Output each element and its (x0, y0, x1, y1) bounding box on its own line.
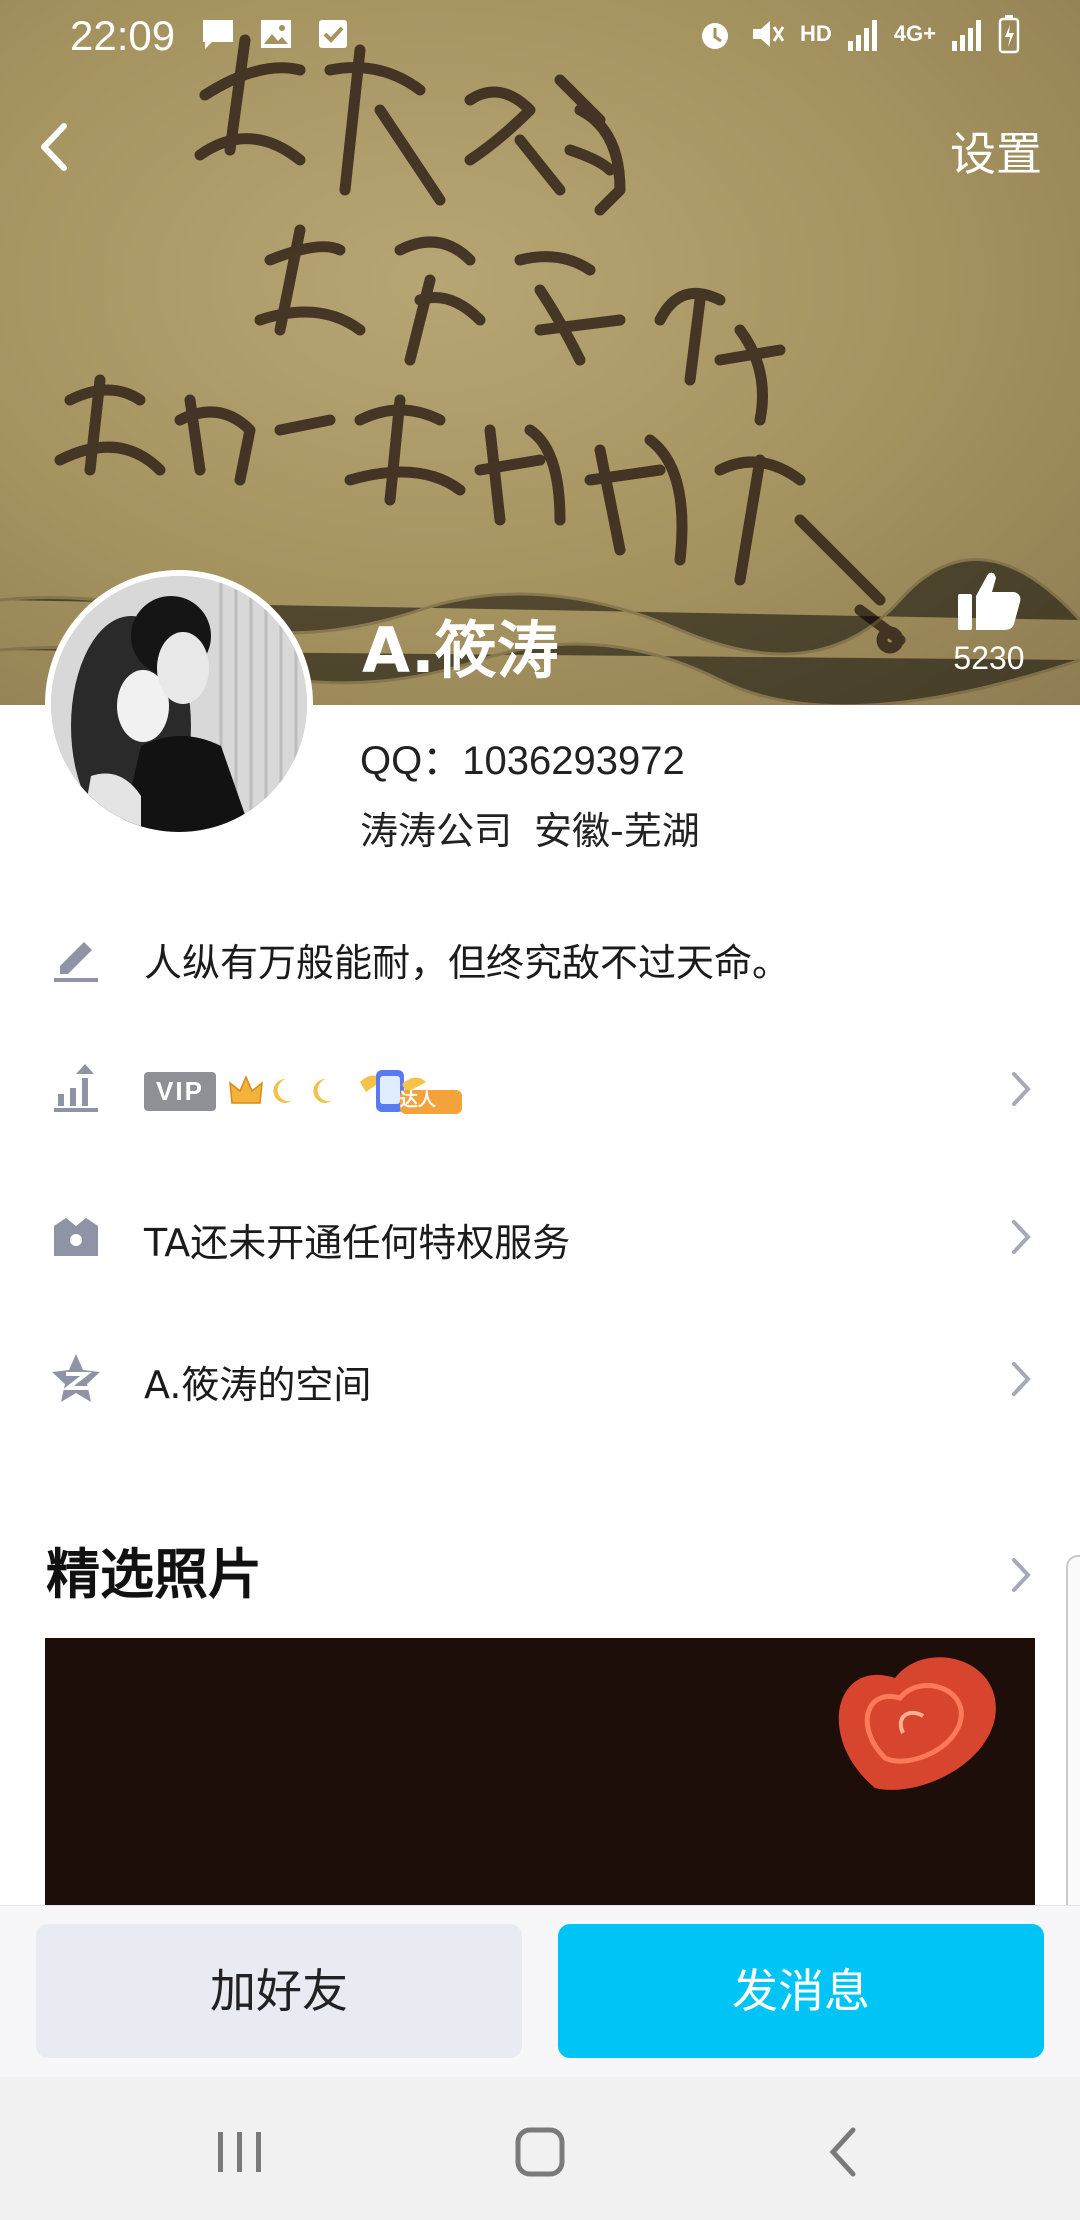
battery-charging-icon (998, 15, 1020, 54)
vip-row[interactable]: VIP 达人 (0, 1030, 1080, 1150)
chevron-right-icon (1012, 1362, 1031, 1396)
system-nav-bar (0, 2077, 1080, 2220)
network-indicator: 4G+ (893, 21, 936, 46)
home-icon[interactable] (510, 2122, 570, 2182)
qzone-star-icon (52, 1354, 100, 1402)
send-message-button[interactable]: 发消息 (558, 1924, 1044, 2058)
thumbs-up-icon (958, 572, 1021, 630)
settings-button[interactable]: 设置 (950, 118, 1042, 184)
qzone-row[interactable]: A.筱涛的空间 (0, 1320, 1080, 1440)
back-button[interactable] (28, 112, 78, 182)
avatar-photo (51, 576, 307, 832)
action-bar: 加好友 发消息 (0, 1905, 1080, 2078)
image-icon (261, 20, 291, 48)
chevron-right-icon (1012, 1220, 1031, 1254)
featured-photos-title: 精选照片 (46, 1543, 262, 1606)
like-count: 5230 (953, 640, 1025, 676)
vip-badges: VIP 达人 (144, 1064, 512, 1118)
vip-tag: VIP (144, 1071, 216, 1111)
featured-photo[interactable] (45, 1638, 1035, 1908)
qq-number: QQ：1036293972 (360, 739, 685, 783)
hd-indicator: HD (800, 21, 832, 46)
level-up-icon (54, 1064, 98, 1112)
privilege-text: TA还未开通任何特权服务 (144, 1221, 571, 1265)
signature-row[interactable]: 人纵有万般能耐，但终究敌不过天命。 (0, 898, 1080, 1018)
privilege-row[interactable]: TA还未开通任何特权服务 (0, 1178, 1080, 1298)
add-friend-button[interactable]: 加好友 (36, 1924, 522, 2058)
chevron-left-icon (41, 123, 67, 171)
qzone-text: A.筱涛的空间 (144, 1363, 372, 1407)
profile-name: A.筱涛 (362, 614, 559, 687)
message-icon (203, 20, 233, 49)
pencil-icon (54, 942, 98, 982)
chevron-right-icon (1012, 1072, 1031, 1106)
signature-text: 人纵有万般能耐，但终究敌不过天命。 (144, 941, 791, 985)
signal-icon-2 (952, 20, 981, 51)
status-bar: 22:09 HD 4G+ (0, 0, 1080, 80)
featured-photos-chevron-icon[interactable] (1006, 1550, 1036, 1600)
like-button[interactable]: 5230 (934, 568, 1044, 677)
signal-icon (847, 20, 877, 51)
heart-photo (45, 1638, 1035, 1908)
level-crown-moons-icon (228, 1075, 332, 1104)
status-time: 22:09 (70, 12, 176, 59)
location: 安徽-芜湖 (534, 809, 700, 853)
crown-box-icon (54, 1218, 98, 1256)
check-icon (319, 20, 347, 48)
recent-apps-icon[interactable] (210, 2122, 270, 2182)
mute-icon (753, 21, 785, 47)
alarm-icon (702, 23, 729, 49)
back-nav-icon[interactable] (815, 2122, 875, 2182)
company-location: 涛涛公司 安徽-芜湖 (360, 800, 722, 855)
expert-badge-text: 达人 (399, 1090, 436, 1111)
company: 涛涛公司 (360, 809, 513, 853)
avatar[interactable] (45, 570, 313, 838)
